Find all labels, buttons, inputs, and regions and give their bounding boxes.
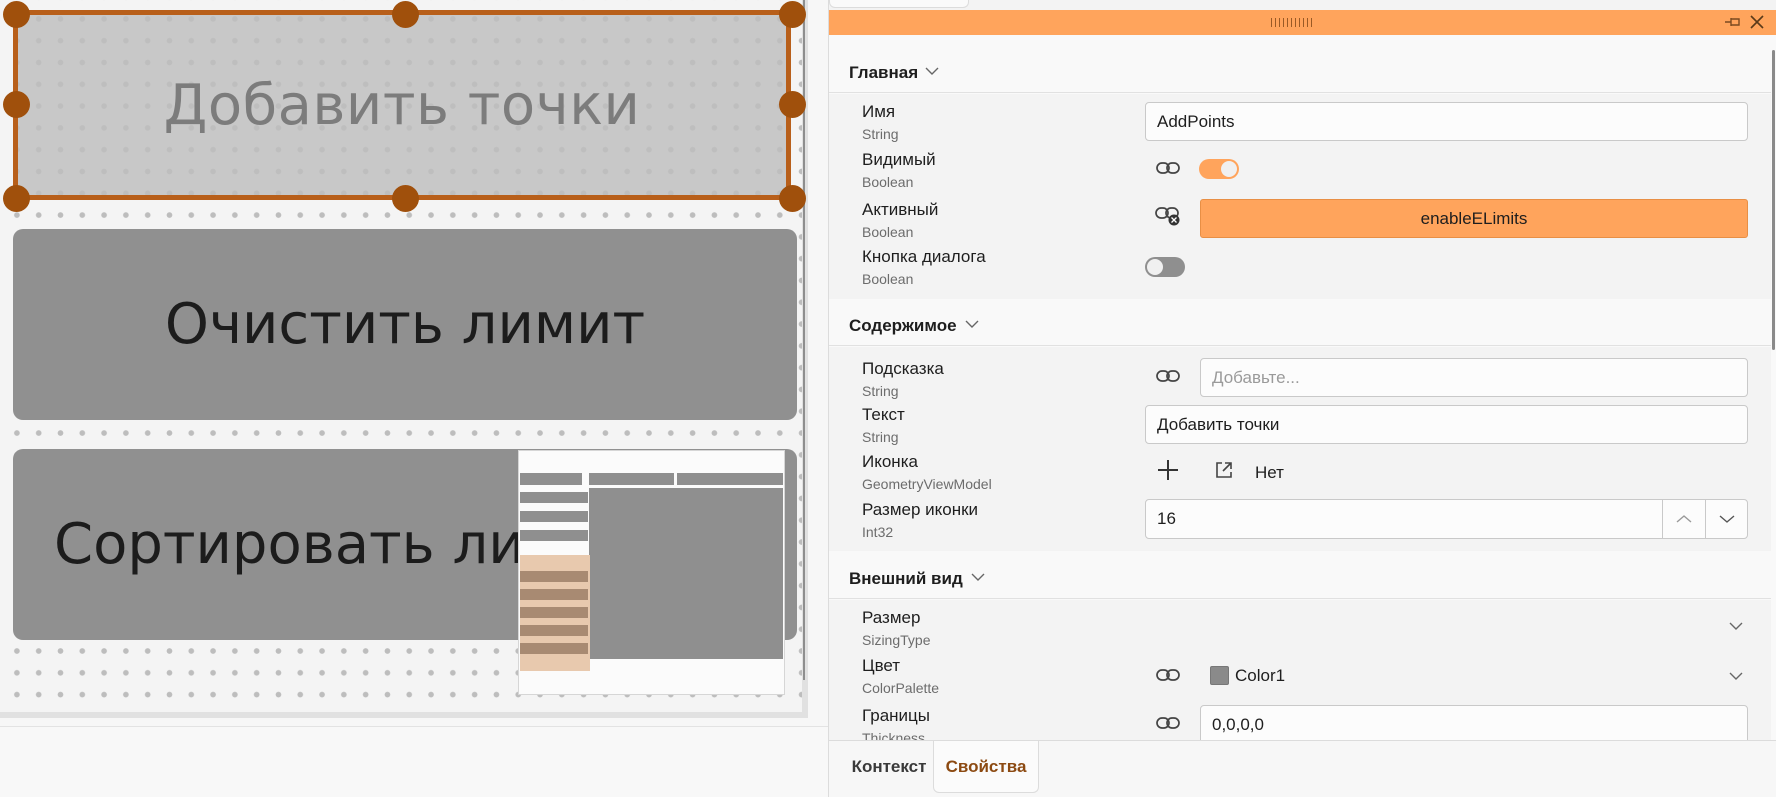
section-content-header[interactable]: Содержимое bbox=[829, 302, 1771, 346]
prop-color-type: ColorPalette bbox=[862, 680, 940, 696]
minimap-block bbox=[520, 530, 588, 541]
minimap-block bbox=[520, 643, 588, 654]
design-canvas-area: Добавить точки Очистить лимит Сортироват… bbox=[0, 0, 828, 797]
prop-name-type: String bbox=[862, 126, 899, 142]
resize-handle-bottom-right[interactable] bbox=[779, 185, 806, 212]
prop-icon-label: Иконка bbox=[862, 452, 918, 471]
minimap-block bbox=[520, 571, 588, 582]
section-main-title: Главная bbox=[849, 63, 919, 82]
prop-borders-label: Границы bbox=[862, 706, 930, 725]
section-appearance-title: Внешний вид bbox=[849, 569, 963, 588]
panel-scrollbar[interactable] bbox=[1772, 50, 1775, 350]
resize-handle-top-right[interactable] bbox=[779, 1, 806, 28]
panel-tab-stub bbox=[829, 0, 969, 8]
minimap-block bbox=[520, 607, 588, 618]
section-appearance-header[interactable]: Внешний вид bbox=[829, 555, 1771, 599]
prop-visible-type: Boolean bbox=[862, 174, 914, 190]
add-icon[interactable] bbox=[1155, 460, 1181, 480]
borders-input[interactable]: 0,0,0,0 bbox=[1200, 705, 1748, 740]
resize-handle-bottom-left[interactable] bbox=[3, 185, 30, 212]
toggle-knob bbox=[1221, 161, 1237, 177]
chevron-down-icon[interactable] bbox=[1728, 620, 1744, 632]
prop-name-label: Имя bbox=[862, 102, 896, 121]
prop-text-type: String bbox=[862, 429, 899, 445]
prop-active-type: Boolean bbox=[862, 224, 914, 240]
tab-context[interactable]: Контекст bbox=[839, 741, 939, 793]
panel-bottom-tabs: Контекст Свойства bbox=[829, 740, 1776, 797]
resize-handle-top[interactable] bbox=[392, 1, 419, 28]
prop-tooltip-type: String bbox=[862, 383, 899, 399]
section-appearance-body: Размер SizingType Цвет ColorPalette Colo… bbox=[829, 600, 1771, 740]
stepper-down-button[interactable] bbox=[1705, 500, 1748, 538]
section-content-body: Подсказка String Добавьте... Текст Strin… bbox=[829, 347, 1771, 551]
prop-dialog-label: Кнопка диалога bbox=[862, 247, 986, 266]
minimap-block bbox=[589, 488, 783, 659]
section-main-header[interactable]: Главная bbox=[829, 49, 1771, 93]
prop-icon-type: GeometryViewModel bbox=[862, 476, 992, 492]
panel-header[interactable] bbox=[829, 10, 1776, 35]
prop-icon-size-type: Int32 bbox=[862, 524, 894, 540]
close-icon[interactable] bbox=[1747, 12, 1767, 32]
selected-button-add-points[interactable]: Добавить точки bbox=[13, 10, 791, 200]
icon-size-stepper[interactable]: 16 bbox=[1145, 499, 1748, 539]
unlink-icon[interactable] bbox=[1155, 206, 1181, 226]
link-icon[interactable] bbox=[1155, 665, 1181, 685]
link-icon[interactable] bbox=[1155, 158, 1181, 178]
icon-size-value: 16 bbox=[1157, 509, 1176, 528]
button-clear-limit[interactable]: Очистить лимит bbox=[13, 229, 797, 420]
minimap-block bbox=[677, 473, 783, 485]
prop-icon-size-label: Размер иконки bbox=[862, 500, 979, 519]
section-content-title: Содержимое bbox=[849, 316, 957, 335]
chevron-down-icon bbox=[971, 573, 985, 581]
prop-dialog-type: Boolean bbox=[862, 271, 914, 287]
minimap-block bbox=[520, 511, 588, 522]
properties-panel: Главная Имя String AddPoints Видимый Boo… bbox=[828, 0, 1776, 797]
link-icon[interactable] bbox=[1155, 713, 1181, 733]
prop-active-label: Активный bbox=[862, 200, 939, 219]
prop-tooltip-label: Подсказка bbox=[862, 359, 944, 378]
minimap-block bbox=[520, 473, 582, 485]
active-binding-field[interactable]: enableELimits bbox=[1200, 199, 1748, 238]
minimap-block bbox=[520, 589, 588, 600]
selected-button-label: Добавить точки bbox=[163, 72, 641, 138]
canvas-footer bbox=[0, 726, 828, 797]
tooltip-input[interactable]: Добавьте... bbox=[1200, 358, 1748, 397]
pin-icon[interactable] bbox=[1723, 13, 1743, 31]
text-input[interactable]: Добавить точки bbox=[1145, 405, 1748, 444]
open-external-icon[interactable] bbox=[1211, 460, 1237, 480]
minimap-block bbox=[520, 492, 588, 503]
prop-text-label: Текст bbox=[862, 405, 905, 424]
tab-properties[interactable]: Свойства bbox=[933, 741, 1039, 793]
chevron-down-icon bbox=[1719, 515, 1735, 523]
icon-value: Нет bbox=[1255, 463, 1284, 482]
prop-size-label: Размер bbox=[862, 608, 921, 627]
resize-handle-top-left[interactable] bbox=[3, 1, 30, 28]
drag-grip-icon[interactable] bbox=[1271, 18, 1313, 27]
prop-borders-type: Thickness bbox=[862, 730, 926, 740]
stepper-up-button[interactable] bbox=[1662, 500, 1705, 538]
prop-color-label: Цвет bbox=[862, 656, 901, 675]
prop-size-type: SizingType bbox=[862, 632, 931, 648]
section-main-body: Имя String AddPoints Видимый Boolean Акт… bbox=[829, 94, 1771, 299]
visible-toggle[interactable] bbox=[1199, 159, 1239, 179]
color-swatch bbox=[1210, 666, 1229, 685]
color-value[interactable]: Color1 bbox=[1235, 666, 1285, 686]
resize-handle-left[interactable] bbox=[3, 91, 30, 118]
name-input[interactable]: AddPoints bbox=[1145, 102, 1748, 141]
button-clear-limit-label: Очистить лимит bbox=[164, 292, 646, 357]
chevron-down-icon bbox=[925, 67, 939, 75]
resize-handle-right[interactable] bbox=[779, 91, 806, 118]
toggle-knob bbox=[1147, 259, 1163, 275]
chevron-down-icon[interactable] bbox=[1728, 670, 1744, 682]
prop-visible-label: Видимый bbox=[862, 150, 936, 169]
link-icon[interactable] bbox=[1155, 366, 1181, 386]
minimap[interactable] bbox=[518, 450, 785, 695]
minimap-block bbox=[520, 625, 588, 636]
panel-top-strip bbox=[829, 0, 1776, 10]
chevron-down-icon bbox=[965, 320, 979, 328]
resize-handle-bottom[interactable] bbox=[392, 185, 419, 212]
dialog-button-toggle[interactable] bbox=[1145, 257, 1185, 277]
minimap-block bbox=[589, 473, 674, 485]
